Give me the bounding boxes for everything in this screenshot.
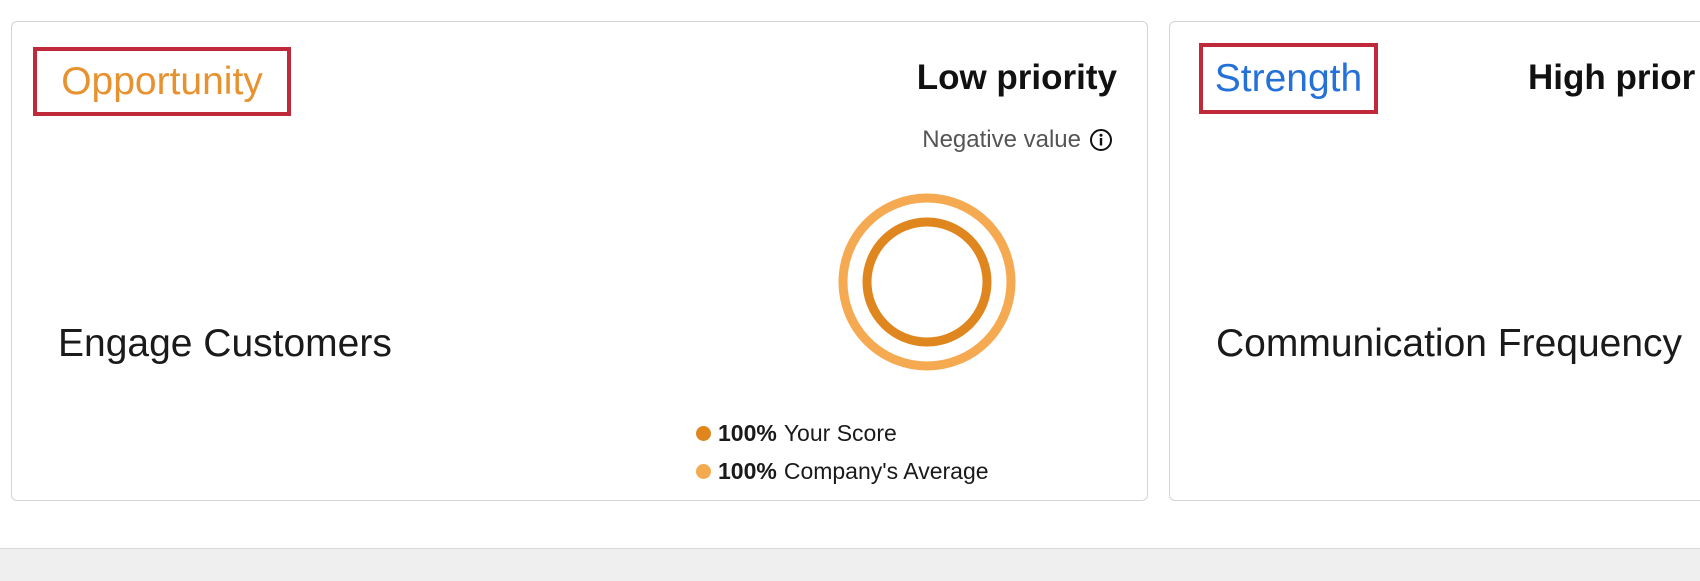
your-score-value: 100% xyxy=(718,419,777,446)
priority-label: Low priority xyxy=(916,58,1117,97)
metric-name: Communication Frequency xyxy=(1216,322,1683,365)
value-label: Negative value xyxy=(922,126,1081,153)
category-highlight-box: Opportunity xyxy=(33,47,291,116)
company-average-label: Company's Average xyxy=(783,457,989,484)
score-legend: 100% Your Score 100% Company's Average xyxy=(696,414,989,490)
info-icon[interactable] xyxy=(1089,128,1113,152)
legend-item-your-score: 100% Your Score xyxy=(696,414,989,452)
legend-item-company-average: 100% Company's Average xyxy=(696,452,989,490)
strength-card: Strength High prior Communication Freque… xyxy=(1169,21,1700,501)
company-average-dot-icon xyxy=(696,463,711,479)
priority-label: High prior xyxy=(1528,58,1696,97)
metric-name: Engage Customers xyxy=(58,322,392,365)
category-highlight-box: Strength xyxy=(1199,43,1378,114)
opportunity-card: Opportunity Low priority Negative value … xyxy=(11,21,1148,501)
your-score-ring xyxy=(862,217,992,347)
category-label: Opportunity xyxy=(61,60,263,103)
company-average-value: 100% xyxy=(718,457,777,484)
value-indicator: Negative value xyxy=(922,126,1113,154)
score-donut-chart xyxy=(838,193,1016,371)
your-score-dot-icon xyxy=(696,425,711,441)
your-score-label: Your Score xyxy=(783,419,897,446)
page-footer-band xyxy=(0,548,1700,581)
category-label: Strength xyxy=(1214,57,1363,100)
